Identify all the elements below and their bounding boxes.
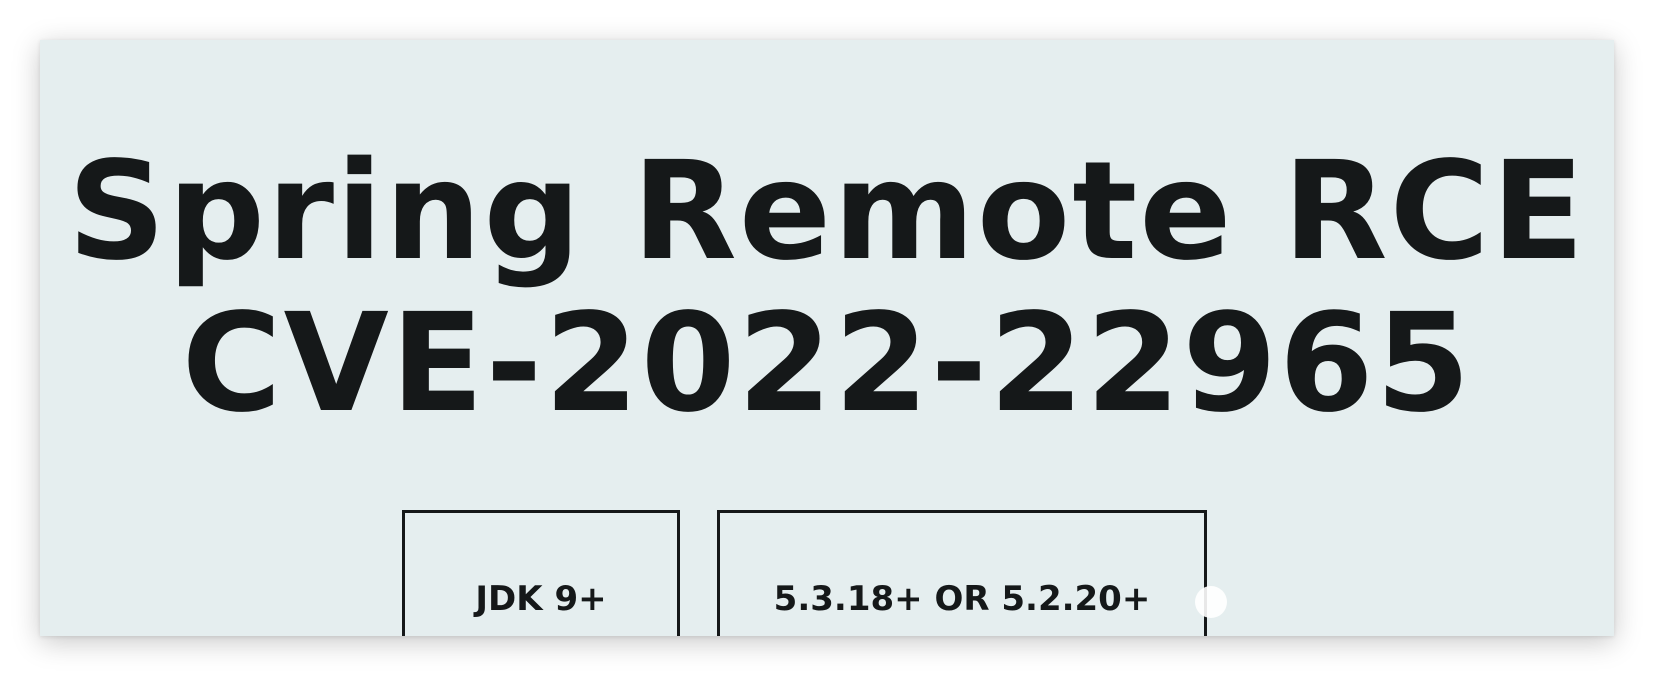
jdk-requirement-label: JDK 9+ [475,579,607,619]
banner-title-line-1: Spring Remote RCE [67,133,1587,291]
cursor-indicator-icon [1195,586,1227,618]
jdk-requirement-badge: JDK 9+ [402,510,680,636]
banner-title: Spring Remote RCE CVE-2022-22965 [40,136,1614,440]
cve-banner-card: Spring Remote RCE CVE-2022-22965 JDK 9+ … [40,40,1614,636]
page: Spring Remote RCE CVE-2022-22965 JDK 9+ … [0,0,1654,676]
banner-title-line-2: CVE-2022-22965 [181,285,1473,443]
requirement-badges: JDK 9+ 5.3.18+ OR 5.2.20+ [40,510,1614,636]
spring-version-badge: 5.3.18+ OR 5.2.20+ [717,510,1207,636]
spring-version-label: 5.3.18+ OR 5.2.20+ [773,579,1151,619]
